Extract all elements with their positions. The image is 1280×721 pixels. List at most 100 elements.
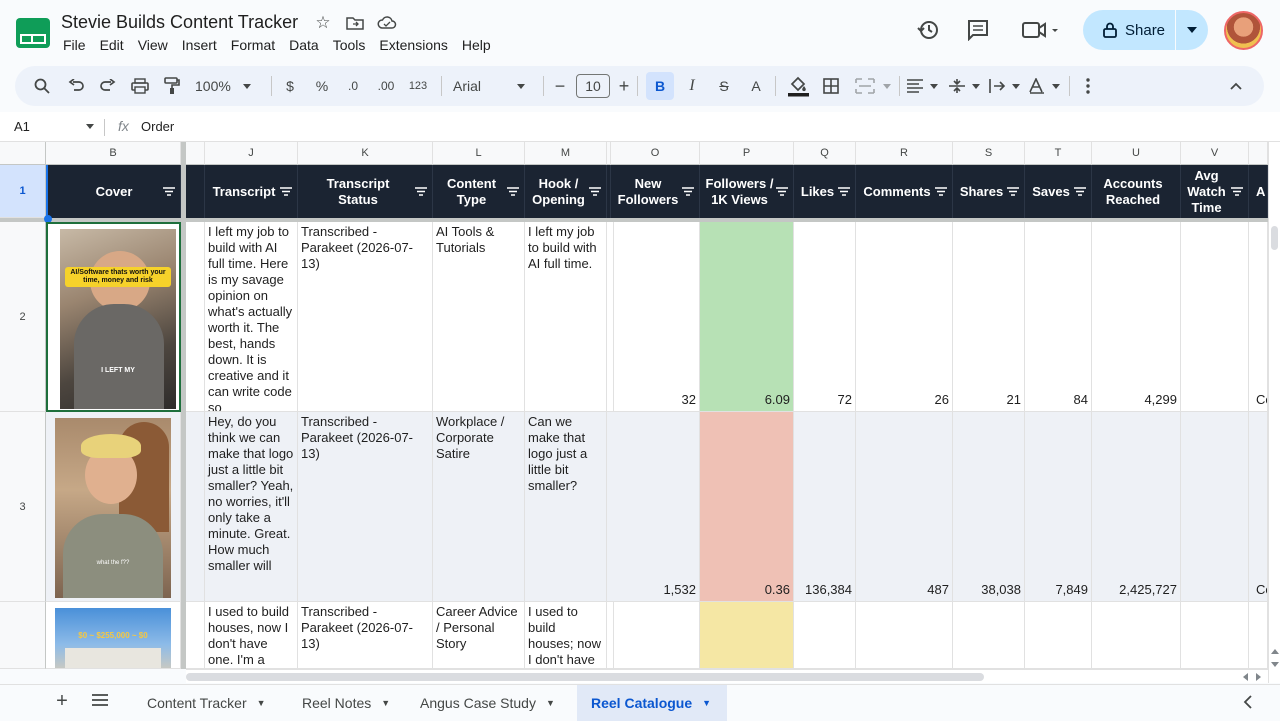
new-followers-cell[interactable]	[611, 602, 700, 669]
font-select[interactable]: Arial	[453, 72, 533, 100]
content-type-cell[interactable]: Career Advice / Personal Story	[433, 602, 525, 669]
undo-icon[interactable]	[65, 72, 87, 100]
header-avg-watch-time[interactable]: Avg Watch Time	[1181, 165, 1249, 218]
filter-icon[interactable]	[1231, 187, 1243, 196]
document-title[interactable]: Stevie Builds Content Tracker	[61, 12, 298, 33]
sheets-logo-icon[interactable]	[16, 18, 50, 48]
text-color-button[interactable]: A	[745, 72, 767, 100]
filter-icon[interactable]	[935, 187, 947, 196]
column-header-m[interactable]: M	[525, 142, 607, 165]
column-header-v[interactable]: V	[1181, 142, 1249, 165]
filter-icon[interactable]	[280, 187, 292, 196]
more-options-icon[interactable]	[1077, 72, 1099, 100]
likes-cell[interactable]: 136,384	[794, 412, 856, 602]
comments-cell[interactable]: 26	[856, 222, 953, 412]
hidden-cell[interactable]	[186, 222, 205, 412]
cover-cell[interactable]: AI/Software thats worth your time, money…	[46, 222, 181, 412]
scroll-right-icon[interactable]	[1256, 673, 1262, 681]
menu-edit[interactable]: Edit	[93, 37, 131, 53]
next-column-cell[interactable]: Co	[1249, 412, 1268, 602]
transcript-status-cell[interactable]: Transcribed - Parakeet (2026-07-13)	[298, 222, 433, 412]
content-type-cell[interactable]: Workplace / Corporate Satire	[433, 412, 525, 602]
menu-help[interactable]: Help	[455, 37, 498, 53]
filter-icon[interactable]	[776, 187, 788, 196]
filter-icon[interactable]	[507, 187, 519, 196]
cloud-status-icon[interactable]	[376, 12, 398, 34]
percent-format-button[interactable]: %	[311, 72, 333, 100]
menu-view[interactable]: View	[131, 37, 175, 53]
sheet-nav-left-icon[interactable]	[1243, 695, 1259, 711]
caret-down-icon[interactable]: ▼	[702, 698, 711, 708]
collapse-toolbar-icon[interactable]	[1225, 72, 1247, 100]
text-wrap-icon[interactable]	[987, 72, 1023, 100]
shares-cell[interactable]: 38,038	[953, 412, 1025, 602]
hook-cell[interactable]: I left my job to build with AI full time…	[525, 222, 607, 412]
italic-button[interactable]: I	[681, 72, 703, 100]
cover-cell[interactable]: $0 ~ $255,000 ~ $0	[46, 602, 181, 669]
zoom-select[interactable]: 100%	[195, 72, 259, 100]
saves-cell[interactable]: 84	[1025, 222, 1092, 412]
cover-thumbnail[interactable]: AI/Software thats worth your time, money…	[60, 229, 176, 409]
redo-icon[interactable]	[97, 72, 119, 100]
bold-button[interactable]: B	[646, 72, 674, 100]
saves-cell[interactable]	[1025, 602, 1092, 669]
hidden-cell[interactable]	[186, 602, 205, 669]
star-icon[interactable]: ☆	[312, 12, 334, 34]
strikethrough-button[interactable]: S	[713, 72, 735, 100]
transcript-cell[interactable]: I left my job to build with AI full time…	[205, 222, 298, 412]
filter-icon[interactable]	[1007, 187, 1019, 196]
header-cover[interactable]: Cover	[46, 165, 181, 218]
row-header-2[interactable]: 2	[0, 222, 46, 412]
transcript-cell[interactable]: I used to build houses, now I don't have…	[205, 602, 298, 669]
caret-down-icon[interactable]: ▼	[546, 698, 555, 708]
select-all-corner[interactable]	[0, 142, 46, 165]
followers-per-1k-cell[interactable]: 0.36	[700, 412, 794, 602]
cover-thumbnail[interactable]: what the f??	[55, 418, 171, 598]
merge-cells-icon[interactable]	[853, 72, 893, 100]
sheet-tab-reel-catalogue[interactable]: Reel Catalogue ▼	[577, 685, 727, 721]
shares-cell[interactable]: 21	[953, 222, 1025, 412]
comments-icon[interactable]	[965, 17, 991, 43]
formula-input[interactable]: Order	[141, 119, 174, 134]
account-avatar[interactable]	[1224, 11, 1263, 50]
filter-icon[interactable]	[838, 187, 850, 196]
scroll-up-icon[interactable]	[1271, 648, 1279, 654]
header-followers-per-1k[interactable]: Followers / 1K Views	[700, 165, 794, 218]
header-transcript[interactable]: Transcript	[205, 165, 298, 218]
move-folder-icon[interactable]	[344, 12, 366, 34]
column-header-b[interactable]: B	[46, 142, 181, 165]
avg-watch-time-cell[interactable]	[1181, 602, 1249, 669]
menu-tools[interactable]: Tools	[326, 37, 373, 53]
column-header-q[interactable]: Q	[794, 142, 856, 165]
decrease-font-size-button[interactable]: −	[551, 72, 569, 100]
likes-cell[interactable]	[794, 602, 856, 669]
caret-down-icon[interactable]: ▼	[257, 698, 266, 708]
cover-cell[interactable]: what the f??	[46, 412, 181, 602]
scroll-left-icon[interactable]	[1242, 673, 1248, 681]
paint-format-icon[interactable]	[161, 72, 183, 100]
search-menus-icon[interactable]	[31, 72, 53, 100]
column-header-t[interactable]: T	[1025, 142, 1092, 165]
header-shares[interactable]: Shares	[953, 165, 1025, 218]
transcript-status-cell[interactable]: Transcribed - Parakeet (2026-07-13)	[298, 412, 433, 602]
shares-cell[interactable]	[953, 602, 1025, 669]
share-dropdown-button[interactable]	[1176, 27, 1208, 33]
column-header-w[interactable]	[1249, 142, 1268, 165]
cover-thumbnail[interactable]: $0 ~ $255,000 ~ $0	[55, 608, 171, 668]
vertical-scroll-thumb[interactable]	[1271, 226, 1278, 250]
meet-icon[interactable]	[1020, 17, 1062, 43]
transcript-cell[interactable]: Hey, do you think we can make that logo …	[205, 412, 298, 602]
accounts-reached-cell[interactable]	[1092, 602, 1181, 669]
sheet-tab-reel-notes[interactable]: Reel Notes ▼	[288, 685, 404, 721]
currency-format-button[interactable]: $	[279, 72, 301, 100]
vertical-scrollbar[interactable]	[1268, 142, 1280, 683]
hook-cell[interactable]: Can we make that logo just a little bit …	[525, 412, 607, 602]
caret-down-icon[interactable]: ▼	[381, 698, 390, 708]
row-header-1[interactable]: 1	[0, 165, 46, 218]
column-header-l[interactable]: L	[433, 142, 525, 165]
header-hook[interactable]: Hook / Opening	[525, 165, 607, 218]
menu-data[interactable]: Data	[282, 37, 326, 53]
followers-per-1k-cell[interactable]	[700, 602, 794, 669]
decrease-decimal-button[interactable]: .0	[341, 72, 365, 100]
text-rotation-icon[interactable]	[1027, 72, 1063, 100]
